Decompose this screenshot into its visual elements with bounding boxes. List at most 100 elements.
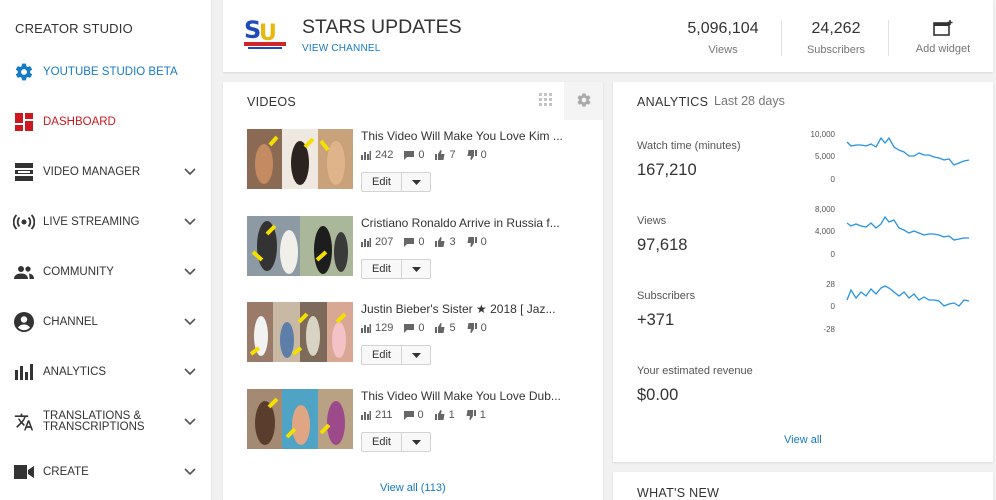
edit-dropdown-button[interactable] [402,346,430,364]
video-title[interactable]: This Video Will Make You Love Kim ... [361,129,563,143]
edit-dropdown-button[interactable] [402,173,430,191]
video-title[interactable]: Justin Bieber's Sister ★ 2018 [ Jaz... [361,302,555,316]
edit-dropdown-button[interactable] [402,433,430,451]
add-widget-button[interactable]: Add widget [908,20,978,55]
caret-down-icon [411,179,421,185]
edit-button[interactable]: Edit [362,173,402,191]
views-metric-value: 97,618 [637,236,688,254]
axis-tick: -28 [823,325,835,334]
chevron-down-icon[interactable] [184,366,196,378]
whats-new-card: WHAT'S NEW [613,472,993,500]
video-stats: 211 0 1 1 [361,409,497,421]
sidebar-item-analytics[interactable]: ANALYTICS [0,347,212,397]
chevron-down-icon[interactable] [184,166,196,178]
sidebar-item-label: CREATE [43,465,89,478]
caret-down-icon [411,266,421,272]
video-stats: 242 0 7 0 [361,149,498,161]
sidebar-item-label: ANALYTICS [43,365,107,378]
sidebar-item-youtube-studio-beta[interactable]: YOUTUBE STUDIO BETA [0,47,212,97]
chevron-down-icon[interactable] [184,466,196,478]
video-row: This Video Will Make You Love Kim ... 24… [247,129,587,192]
edit-button[interactable]: Edit [362,346,402,364]
channel-name: STARS UPDATES [302,16,462,38]
revenue-value: $0.00 [637,386,679,404]
channel-logo[interactable]: S U [242,12,288,52]
likes-count: 3 [449,236,456,248]
axis-tick: 5,000 [815,152,836,161]
video-stats: 129 0 5 0 [361,322,498,334]
watch-time-label: Watch time (minutes) [637,140,741,152]
bar-chart-icon [13,361,35,383]
video-thumbnail[interactable] [247,302,353,362]
sidebar-item-create[interactable]: CREATE [0,447,212,497]
sidebar-item-channel[interactable]: CHANNEL [0,297,212,347]
thumbs-up-icon [435,323,445,333]
video-camera-icon [13,461,35,483]
views-count: 129 [375,322,394,334]
chevron-down-icon[interactable] [184,216,196,228]
edit-button-group: Edit [361,259,431,279]
edit-dropdown-button[interactable] [402,260,430,278]
sidebar-item-community[interactable]: COMMUNITY [0,247,212,297]
comment-icon [403,410,414,420]
axis-tick: 0 [831,175,836,184]
sidebar-item-label-line2: TRANSCRIPTIONS [43,421,145,433]
analytics-period: Last 28 days [714,94,785,108]
comments-count: 0 [418,236,425,248]
comment-icon [404,237,415,247]
video-row: Cristiano Ronaldo Arrive in Russia f... … [247,216,587,279]
chevron-down-icon[interactable] [184,416,196,428]
sidebar-item-label: COMMUNITY [43,265,114,278]
edit-button-group: Edit [361,172,431,192]
video-thumbnail[interactable] [247,129,353,189]
views-value: 5,096,104 [687,20,759,37]
analytics-view-all-link[interactable]: View all [784,434,822,446]
drag-handle-icon[interactable] [539,93,553,112]
views-stat: 5,096,104 Views [683,20,763,56]
video-manager-icon [13,161,35,183]
videos-view-all-link[interactable]: View all (113) [380,482,446,494]
views-icon [361,150,371,160]
comments-count: 0 [418,149,425,161]
analytics-card: ANALYTICS Last 28 days Watch time (minut… [613,82,993,462]
subscribers-stat: 24,262 Subscribers [801,20,871,56]
comment-icon [404,150,415,160]
video-title[interactable]: Cristiano Ronaldo Arrive in Russia f... [361,216,560,230]
gear-icon[interactable] [576,92,592,113]
views-icon [361,237,371,247]
sidebar-item-translations[interactable]: TRANSLATIONS & TRANSCRIPTIONS [0,397,212,447]
views-metric-label: Views [637,215,667,227]
channel-header: S U STARS UPDATES VIEW CHANNEL 5,096,104… [223,0,993,72]
axis-tick: 4,000 [815,227,836,236]
analytics-title: ANALYTICS [637,95,709,109]
edit-button-group: Edit [361,345,431,365]
sidebar-item-video-manager[interactable]: VIDEO MANAGER [0,147,212,197]
videos-title: VIDEOS [247,95,297,109]
sidebar-item-label: VIDEO MANAGER [43,165,141,178]
video-thumbnail[interactable] [247,389,353,449]
subscribers-metric-label: Subscribers [637,290,696,302]
chevron-down-icon[interactable] [184,316,196,328]
thumbs-up-icon [435,237,445,247]
sidebar-item-label: LIVE STREAMING [43,215,140,228]
caret-down-icon [411,352,421,358]
likes-count: 1 [448,409,455,421]
edit-button[interactable]: Edit [362,260,402,278]
gear-icon [13,61,35,83]
sidebar-item-label: DASHBOARD [43,115,116,128]
dashboard-icon [13,111,35,133]
subscribers-sparkline: 28 0 -28 [823,280,970,334]
sidebar-item-label: YOUTUBE STUDIO BETA [43,65,178,78]
axis-tick: 0 [831,250,836,259]
chevron-down-icon[interactable] [184,266,196,278]
axis-tick: 28 [826,280,835,289]
view-channel-link[interactable]: VIEW CHANNEL [302,43,381,54]
sidebar-item-live-streaming[interactable]: LIVE STREAMING [0,197,212,247]
community-icon [13,261,35,283]
video-title[interactable]: This Video Will Make You Love Dub... [361,389,561,403]
subscribers-value: 24,262 [811,20,861,37]
edit-button[interactable]: Edit [362,433,402,451]
video-thumbnail[interactable] [247,216,353,276]
sidebar-item-dashboard[interactable]: DASHBOARD [0,97,212,147]
dislikes-count: 0 [480,322,487,334]
